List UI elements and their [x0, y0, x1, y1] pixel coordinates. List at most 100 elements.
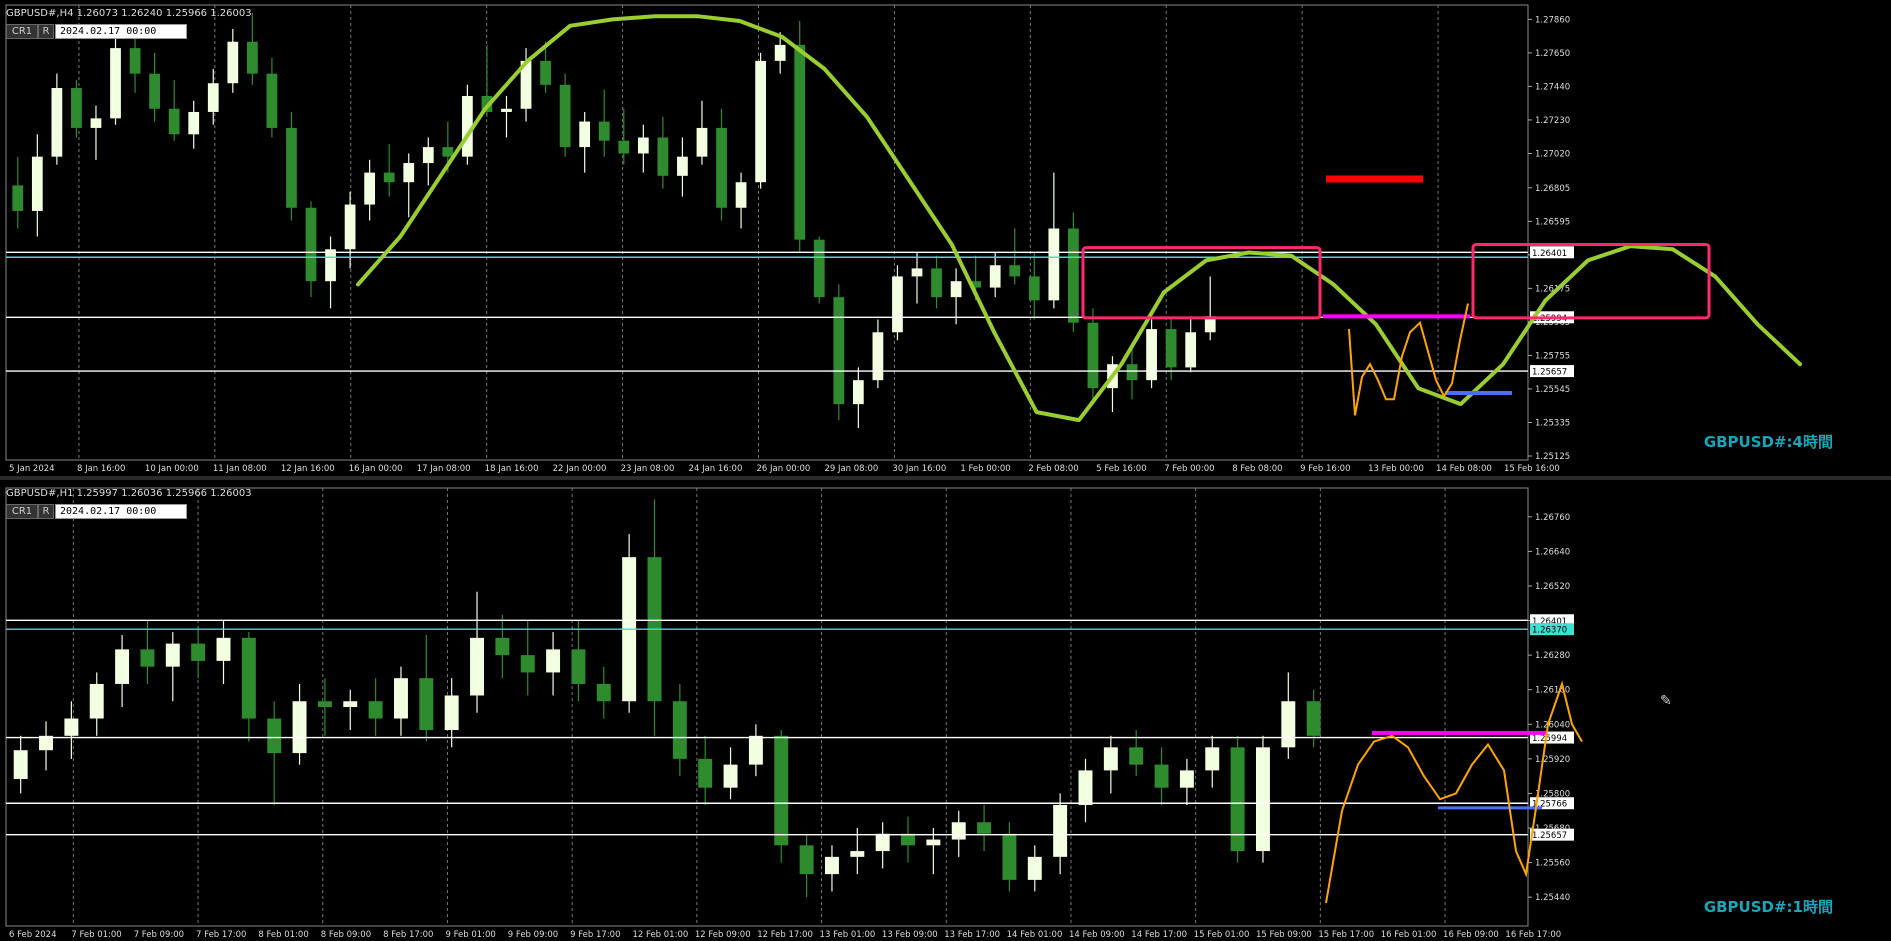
- bull-candle: [1281, 701, 1296, 748]
- x-tick-label: 13 Feb 01:00: [820, 930, 876, 940]
- bull-candle: [1048, 228, 1060, 301]
- bear-candle: [383, 172, 395, 183]
- y-tick-label: 1.25755: [1535, 351, 1570, 361]
- bear-candle: [305, 207, 317, 282]
- trend-curve: [356, 14, 1802, 423]
- bull-candle: [90, 118, 102, 128]
- bear-candle: [368, 701, 383, 719]
- bear-candle: [191, 643, 206, 661]
- bull-candle: [393, 678, 408, 719]
- bull-candle: [1027, 856, 1042, 880]
- y-tick-label: 1.27230: [1535, 116, 1570, 126]
- bull-candle: [1185, 332, 1197, 368]
- y-tick-label: 1.26280: [1535, 651, 1570, 661]
- bear-candle: [1068, 228, 1079, 323]
- h4-chart-svg[interactable]: 5 Jan 2024 8 Jan 16:00 10 Jan 00:00 11 Jan …: [0, 0, 1891, 476]
- bear-candle: [419, 678, 434, 731]
- bull-candle: [735, 182, 747, 208]
- h1-cr-badge[interactable]: CR1: [6, 504, 38, 519]
- x-tick-label: 8 Feb 08:00: [1232, 464, 1282, 474]
- x-tick-label: 7 Feb 00:00: [1164, 464, 1214, 474]
- x-tick-label: 6 Feb 2024: [9, 930, 57, 940]
- bear-candle: [241, 637, 256, 719]
- h1-date-box[interactable]: 2024.02.17 00:00: [55, 504, 187, 519]
- x-tick-label: 8 Feb 09:00: [321, 930, 371, 940]
- bull-candle: [1146, 329, 1157, 381]
- bull-candle: [755, 60, 766, 183]
- x-tick-label: 22 Jan 00:00: [553, 464, 607, 474]
- price-label: 1.25994: [1532, 734, 1567, 744]
- y-tick-label: 1.26760: [1535, 513, 1570, 523]
- x-tick-label: 7 Feb 01:00: [71, 930, 121, 940]
- bear-candle: [1230, 747, 1245, 852]
- x-tick-label: 30 Jan 16:00: [892, 464, 946, 474]
- x-tick-label: 10 Jan 00:00: [145, 464, 199, 474]
- bear-candle: [901, 833, 915, 846]
- bear-candle: [1009, 265, 1021, 277]
- h4-r-badge[interactable]: R: [38, 24, 54, 39]
- x-tick-label: 15 Feb 01:00: [1194, 930, 1250, 940]
- bull-candle: [216, 637, 231, 661]
- bear-candle: [140, 649, 155, 667]
- bull-candle: [51, 88, 63, 157]
- h1-chart-svg[interactable]: 6 Feb 2024 7 Feb 01:00 7 Feb 09:00 7 Feb 17…: [0, 480, 1891, 941]
- bull-candle: [344, 204, 356, 250]
- bull-candle: [989, 265, 1001, 288]
- h4-chart-pane[interactable]: 5 Jan 2024 8 Jan 16:00 10 Jan 00:00 11 Jan …: [0, 0, 1891, 476]
- x-tick-label: 7 Feb 09:00: [134, 930, 184, 940]
- y-tick-label: 1.26520: [1535, 582, 1570, 592]
- h4-cr-badge[interactable]: CR1: [6, 24, 38, 39]
- y-tick-label: 1.27650: [1535, 49, 1570, 59]
- bear-candle: [12, 185, 24, 211]
- bull-candle: [696, 127, 708, 157]
- bull-candle: [444, 695, 459, 731]
- x-tick-label: 29 Jan 08:00: [824, 464, 878, 474]
- x-tick-label: 16 Feb 01:00: [1381, 930, 1437, 940]
- bull-candle: [31, 156, 43, 211]
- bear-candle: [286, 127, 297, 208]
- bull-candle: [422, 147, 434, 164]
- bear-candle: [1154, 764, 1169, 788]
- bull-candle: [911, 268, 923, 277]
- bear-candle: [168, 108, 180, 135]
- x-tick-label: 9 Feb 16:00: [1300, 464, 1350, 474]
- x-tick-label: 11 Jan 08:00: [213, 464, 267, 474]
- bull-candle: [1078, 770, 1093, 805]
- bear-candle: [266, 73, 278, 128]
- h4-date-box[interactable]: 2024.02.17 00:00: [55, 24, 187, 39]
- y-tick-label: 1.25335: [1535, 418, 1570, 428]
- x-tick-label: 8 Jan 16:00: [77, 464, 125, 474]
- bull-candle: [546, 649, 561, 673]
- x-tick-label: 8 Feb 01:00: [258, 930, 308, 940]
- plot-frame: [5, 487, 1529, 927]
- y-tick-label: 1.26640: [1535, 547, 1570, 557]
- bull-candle: [677, 156, 688, 176]
- x-tick-label: 5 Feb 16:00: [1096, 464, 1146, 474]
- x-tick-label: 1 Feb 00:00: [960, 464, 1010, 474]
- bear-candle: [571, 649, 586, 684]
- h1-r-badge[interactable]: R: [38, 504, 54, 519]
- bull-candle: [115, 649, 130, 684]
- bull-candle: [110, 48, 121, 119]
- bull-candle: [1205, 747, 1220, 771]
- y-tick-label: 1.27860: [1535, 15, 1570, 25]
- bull-candle: [1179, 770, 1194, 788]
- x-tick-label: 5 Jan 2024: [9, 464, 55, 474]
- bear-candle: [977, 822, 992, 834]
- bear-candle: [618, 140, 630, 154]
- bear-candle: [1165, 329, 1177, 368]
- x-tick-label: 13 Feb 17:00: [944, 930, 1000, 940]
- bear-candle: [1002, 833, 1017, 880]
- bull-candle: [343, 701, 358, 707]
- price-label: 1.26401: [1532, 249, 1567, 259]
- bull-candle: [501, 108, 512, 112]
- bull-candle: [872, 332, 884, 381]
- bear-candle: [1087, 322, 1099, 389]
- bear-candle: [657, 137, 669, 176]
- bull-candle: [1103, 747, 1118, 771]
- bear-candle: [495, 637, 510, 656]
- h1-chart-pane[interactable]: 6 Feb 2024 7 Feb 01:00 7 Feb 09:00 7 Feb 17…: [0, 480, 1891, 941]
- bull-candle: [748, 735, 763, 765]
- x-tick-label: 15 Feb 17:00: [1318, 930, 1374, 940]
- zone-box-right: [1471, 242, 1711, 320]
